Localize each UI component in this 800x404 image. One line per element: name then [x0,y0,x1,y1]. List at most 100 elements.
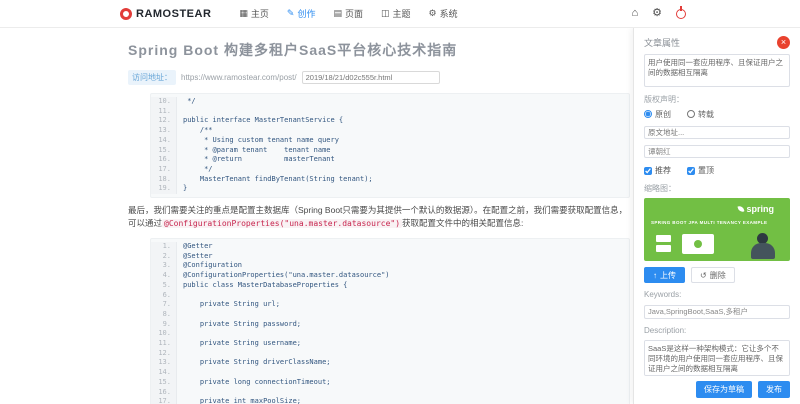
code-block-1: 10. */11. 12. public interface MasterTenan… [150,93,630,199]
code-line: 12. public interface MasterTenantService … [151,116,629,127]
nav-item-label: 主页 [250,9,269,19]
thumbnail-art-person [748,233,778,261]
article-paragraph: 最后，我们需要关注的重点是配置主数据库（Spring Boot只需要为其提供一个… [128,204,630,230]
code-line: 16. * @return masterTenant [151,155,629,165]
keywords-input[interactable] [644,305,790,319]
nav-item-themes[interactable]: ◫ 主题 [381,7,411,20]
panel-header: 文章属性 × [644,36,790,54]
nav-item-label: 主题 [392,9,411,19]
post-url-row: 访问地址： https://www.ramostear.com/post/ [128,70,630,85]
code-line: 18. MasterTenant findByTenant(String ten… [151,174,629,185]
post-title: Spring Boot 构建多租户SaaS平台核心技术指南 [128,42,458,58]
upload-icon: ↑ [653,270,657,280]
top-navbar: RAMOSTEAR ▦ 主页 ✎ 创作 ▤ 页面 ◫ 主题 ⚙ 系统 ⌂ ⚙ [0,0,800,28]
thumbnail-art-window [682,234,714,255]
code-line: 1. @Getter [151,242,629,252]
code-block-2: 1. @Getter 2. @Setter 3. @Configuration 4. @Con… [150,238,630,404]
code-line: 15. * @param tenant tenant name [151,145,629,156]
nav-item-label: 系统 [439,9,458,19]
panel-footer: 保存为草稿 发布 [644,376,790,398]
radio-original-input[interactable] [644,110,652,119]
keywords-label: Keywords: [644,290,682,300]
thumbnail-art-dot [694,240,702,249]
main-nav: ▦ 主页 ✎ 创作 ▤ 页面 ◫ 主题 ⚙ 系统 [239,7,457,20]
code-line: 6. [151,290,629,301]
settings-icon[interactable]: ⚙ [652,8,662,19]
source-url-input[interactable] [644,125,790,140]
delete-button-label: 删除 [709,270,726,280]
author-input[interactable] [644,145,790,159]
nav-item-pages[interactable]: ▤ 页面 [333,7,363,20]
save-draft-button[interactable]: 保存为草稿 [696,381,752,398]
code-line: 7. private String url; [151,300,629,310]
code-line: 12. [151,348,629,359]
radio-original-label: 原创 [655,109,671,119]
radio-reprint[interactable]: 转载 [687,109,714,120]
radio-original[interactable]: 原创 [644,109,671,120]
delete-button[interactable]: ↺ 删除 [691,267,735,284]
checkbox-top-label: 置顶 [698,166,714,176]
description-textarea[interactable]: SaaS是这样一种架构模式：它让多个不同环境的用户使用同一套应用程序、且保证用户… [644,339,790,376]
article-properties-panel: 文章属性 × 用户使用同一套应用程序、且保证用户之间的数据相互隔离 版权声明： … [633,28,800,404]
checkbox-recommend[interactable]: 推荐 [644,165,671,176]
code-line: 13. /** [151,126,629,136]
thumbnail-art-server [656,245,671,253]
url-label: 访问地址： [128,70,176,85]
copyright-label: 版权声明： [644,94,684,104]
code-line: 17. private int maxPoolSize; [151,397,629,404]
code-line: 15. private long connectionTimeout; [151,377,629,388]
code-line: 2. @Setter [151,251,629,262]
dashboard-icon: ▦ [239,8,248,18]
home-icon[interactable]: ⌂ [631,8,638,19]
upload-button-label: 上传 [660,270,676,280]
checkbox-top[interactable]: 置顶 [687,165,714,176]
thumbnail-actions: ↑ 上传 ↺ 删除 [644,267,790,284]
upload-button[interactable]: ↑ 上传 [644,267,685,284]
code-line: 5. public class MasterDatabaseProperties … [151,280,629,291]
code-line: 14. * Using custom tenant name query [151,135,629,146]
url-prefix: https://www.ramostear.com/post/ [181,73,297,82]
thumbnail-image: spring SPRING BOOT JPA MULTI TENANCY EXA… [644,198,790,262]
power-icon[interactable] [676,8,686,19]
close-icon[interactable]: × [777,36,790,49]
checkbox-recommend-label: 推荐 [655,166,671,176]
thumbnail-art-server [656,235,671,243]
code-line: 11. private String username; [151,339,629,349]
spring-logo: spring [738,204,774,214]
code-line: 17. */ [151,164,629,175]
code-line: 8. [151,309,629,320]
theme-icon: ◫ [381,8,390,18]
checkbox-recommend-input[interactable] [644,166,652,175]
spring-logo-text: spring [746,204,774,215]
code-line: 3. @Configuration [151,261,629,272]
nav-item-system[interactable]: ⚙ 系统 [429,7,458,20]
refresh-icon: ↺ [700,270,707,280]
thumbnail-label: 缩略图： [644,184,676,194]
radio-reprint-label: 转载 [698,109,714,119]
thumbnail-caption: SPRING BOOT JPA MULTI TENANCY EXAMPLE [651,220,768,226]
radio-reprint-input[interactable] [687,110,695,119]
publish-button[interactable]: 发布 [758,381,790,398]
person-body [751,243,775,260]
editor-main: Spring Boot 构建多租户SaaS平台核心技术指南 访问地址： http… [128,28,630,404]
brand-logo-icon [120,7,132,20]
url-slug-input[interactable] [301,71,440,84]
code-line: 9. private String password; [151,319,629,330]
code-line: 10. [151,329,629,340]
excerpt-textarea[interactable]: 用户使用同一套应用程序、且保证用户之间的数据相互隔离 [644,54,790,87]
nav-item-home[interactable]: ▦ 主页 [239,7,269,20]
nav-item-create[interactable]: ✎ 创作 [287,7,316,20]
panel-title: 文章属性 [644,38,681,48]
nav-item-label: 页面 [345,9,364,19]
code-line: 10. */ [151,97,629,107]
paragraph-text: 获取配置文件中的相关配置信息: [402,218,524,229]
copyright-radio-group: 原创 转载 [644,109,790,120]
nav-item-label: 创作 [297,9,316,19]
code-line: 19.} [151,184,629,195]
brand-name: RAMOSTEAR [136,7,212,20]
checkbox-top-input[interactable] [687,166,695,175]
code-line: 16. [151,387,629,398]
pages-icon: ▤ [333,8,342,18]
system-gear-icon: ⚙ [428,8,437,18]
brand[interactable]: RAMOSTEAR [120,7,212,20]
